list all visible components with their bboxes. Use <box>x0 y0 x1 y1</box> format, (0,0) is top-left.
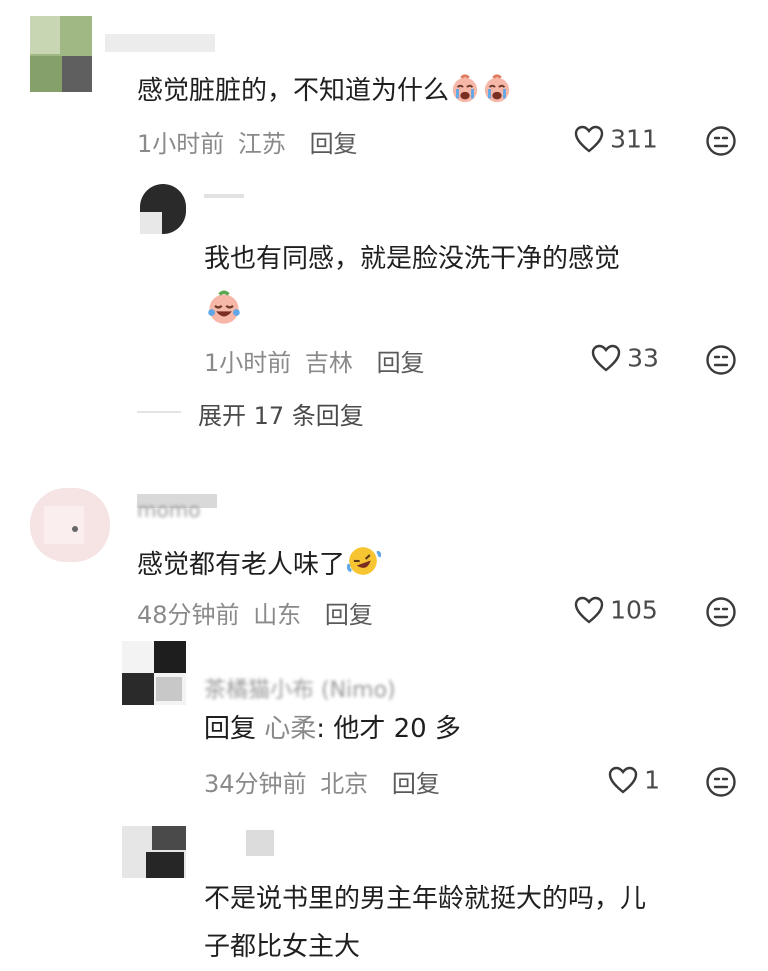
username-blurred[interactable] <box>105 28 215 54</box>
dislike-icon[interactable] <box>705 766 737 798</box>
username[interactable]: 茶橘猫小布 (Nimo) <box>204 672 396 704</box>
like-count: 33 <box>627 343 659 373</box>
like-count: 1 <box>644 765 660 795</box>
heart-icon <box>591 344 621 372</box>
reply-prefix: 回复 <box>204 714 257 744</box>
reply-button[interactable]: 回复 <box>377 349 425 377</box>
mention-link[interactable]: 心柔 <box>264 714 316 744</box>
comment-meta: 34分钟前 北京 回复 <box>204 764 440 799</box>
like-button[interactable]: 105 <box>573 595 658 627</box>
heart-icon <box>574 596 604 624</box>
username-blurred[interactable] <box>204 190 264 202</box>
comment-time: 48分钟前 <box>137 601 240 629</box>
like-button[interactable]: 1 <box>607 765 660 797</box>
reply-button[interactable]: 回复 <box>325 601 373 629</box>
comment-time: 1小时前 <box>137 130 225 158</box>
comment-body: 子都比女主大 <box>204 932 361 962</box>
dislike-icon[interactable] <box>705 344 737 376</box>
comment-meta: 1小时前 江苏 回复 <box>137 124 358 159</box>
comment-time: 34分钟前 <box>204 770 307 798</box>
comment-location: 江苏 <box>237 130 286 158</box>
reply-button[interactable]: 回复 <box>310 130 358 158</box>
expand-replies-button[interactable]: 展开 17 条回复 <box>198 396 364 431</box>
avatar[interactable] <box>122 641 186 705</box>
crying-face-icon <box>484 74 510 103</box>
comment-text: 回复 心柔: 他才 20 多 <box>204 712 461 746</box>
avatar[interactable] <box>140 184 186 234</box>
comment-text-continued: 子都比女主大 <box>204 930 360 964</box>
avatar[interactable] <box>30 488 110 562</box>
comment-text: 我也有同感，就是脸没洗干净的感觉 <box>204 242 620 276</box>
comment-text: 感觉都有老人味了 <box>137 544 382 582</box>
like-button[interactable]: 311 <box>573 124 658 156</box>
laughing-tears-icon <box>208 290 240 324</box>
comment-text: 感觉脏脏的，不知道为什么 <box>137 74 513 108</box>
username[interactable]: momo <box>137 494 217 522</box>
comment-location: 吉林 <box>304 349 353 377</box>
comment-text: 不是说书里的男主年龄就挺大的吗，儿 <box>204 882 646 916</box>
avatar[interactable] <box>30 16 92 92</box>
like-count: 311 <box>610 124 658 154</box>
rofl-face-icon <box>346 547 382 575</box>
crying-face-icon <box>452 74 478 103</box>
comment-location: 山东 <box>253 601 302 629</box>
comment-body: 感觉都有老人味了 <box>137 550 346 580</box>
like-button[interactable]: 33 <box>590 343 659 375</box>
avatar[interactable] <box>122 826 186 878</box>
comment-body: 我也有同感，就是脸没洗干净的感觉 <box>204 244 621 274</box>
heart-icon <box>574 125 604 153</box>
comment-meta: 1小时前 吉林 回复 <box>204 343 425 378</box>
comment-body: 感觉脏脏的，不知道为什么 <box>137 76 450 106</box>
divider-line <box>137 411 181 413</box>
reply-button[interactable]: 回复 <box>392 770 440 798</box>
comment-time: 1小时前 <box>204 349 292 377</box>
dislike-icon[interactable] <box>705 596 737 628</box>
comment-meta: 48分钟前 山东 回复 <box>137 595 373 630</box>
comment-body: 不是说书里的男主年龄就挺大的吗，儿 <box>204 884 647 914</box>
comment-body: : 他才 20 多 <box>316 714 461 744</box>
comment-location: 北京 <box>320 770 369 798</box>
like-count: 105 <box>610 595 658 625</box>
dislike-icon[interactable] <box>705 125 737 157</box>
username-blurred[interactable] <box>246 830 276 856</box>
heart-icon <box>608 766 638 794</box>
